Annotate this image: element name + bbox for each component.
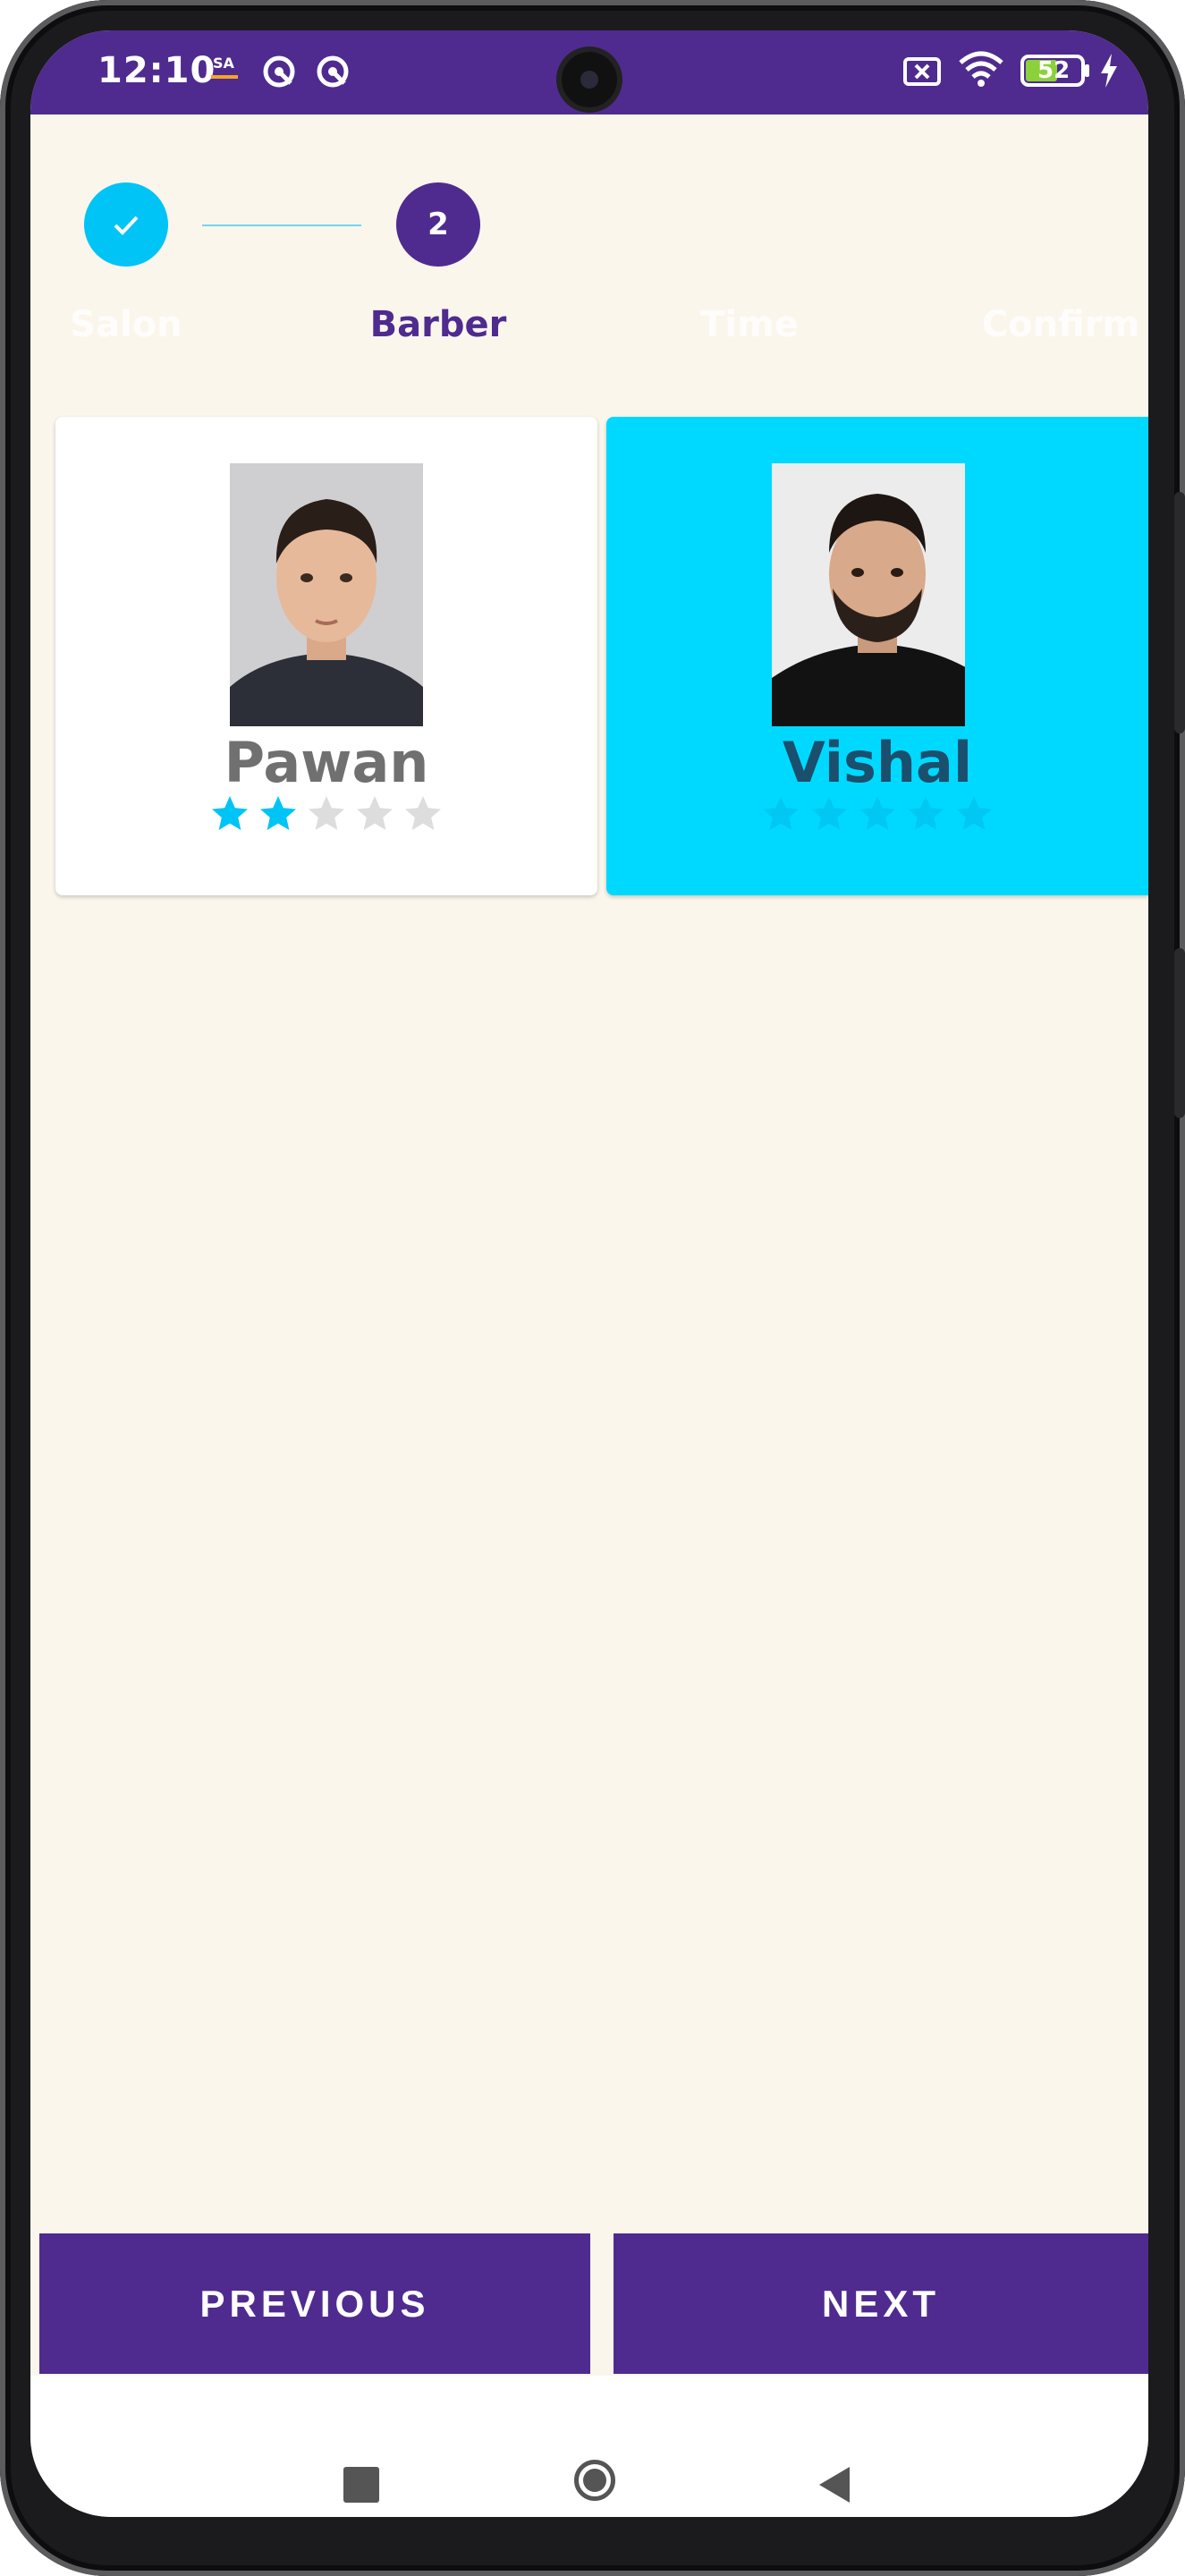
sim-off-icon [902,54,942,93]
step-number: 2 [427,207,449,242]
next-button[interactable]: NEXT [614,2233,1148,2374]
charging-icon [1097,52,1121,93]
rating-stars [606,792,1148,835]
star-filled-icon [260,796,296,830]
star-empty-icon [956,796,992,830]
data-saver-icon [261,54,297,93]
front-camera [562,52,617,107]
recents-icon[interactable] [343,2467,379,2503]
star-filled-icon [212,796,248,830]
step-barber-current[interactable]: 2 [396,182,480,267]
step-confirm-upcoming[interactable] [1019,182,1103,267]
battery-level: 52 [1037,57,1071,84]
app-screen: 12:10 SA 52 2 Salon Barber Time Confirm … [30,30,1148,2517]
star-empty-icon [763,796,799,830]
barber-photo [230,463,423,726]
svg-text:SA: SA [213,55,235,72]
barber-photo [772,463,965,726]
step-label-salon: Salon [70,304,182,345]
status-bar: 12:10 SA 52 [30,30,1148,114]
status-time: 12:10 [97,50,216,91]
star-empty-icon [309,796,344,830]
system-nav-bar [30,2376,1148,2517]
power-button [1174,948,1185,1118]
previous-button[interactable]: PREVIOUS [39,2233,590,2374]
step-label-time: Time [700,304,799,345]
step-connector [202,225,361,226]
step-label-confirm: Confirm [981,304,1140,345]
step-salon-completed[interactable] [84,182,168,267]
star-empty-icon [405,796,441,830]
star-empty-icon [859,796,895,830]
data-saver-icon [315,54,351,93]
back-icon[interactable] [814,2463,853,2510]
barber-card-vishal[interactable]: Vishal [606,417,1148,895]
step-time-upcoming[interactable] [707,182,791,267]
check-icon [114,216,139,235]
star-empty-icon [811,796,847,830]
barber-name: Vishal [782,730,973,795]
rating-stars [55,792,597,835]
app-notification-icon: SA [209,52,241,91]
barber-name: Pawan [224,730,429,795]
star-empty-icon [357,796,393,830]
star-empty-icon [908,796,944,830]
volume-button [1174,492,1185,733]
phone-frame: 12:10 SA 52 2 Salon Barber Time Confirm … [0,0,1185,2576]
step-label-barber: Barber [369,304,507,345]
home-icon[interactable] [574,2460,615,2501]
wifi-icon [957,50,1005,93]
barber-card-pawan[interactable]: Pawan [55,417,597,895]
